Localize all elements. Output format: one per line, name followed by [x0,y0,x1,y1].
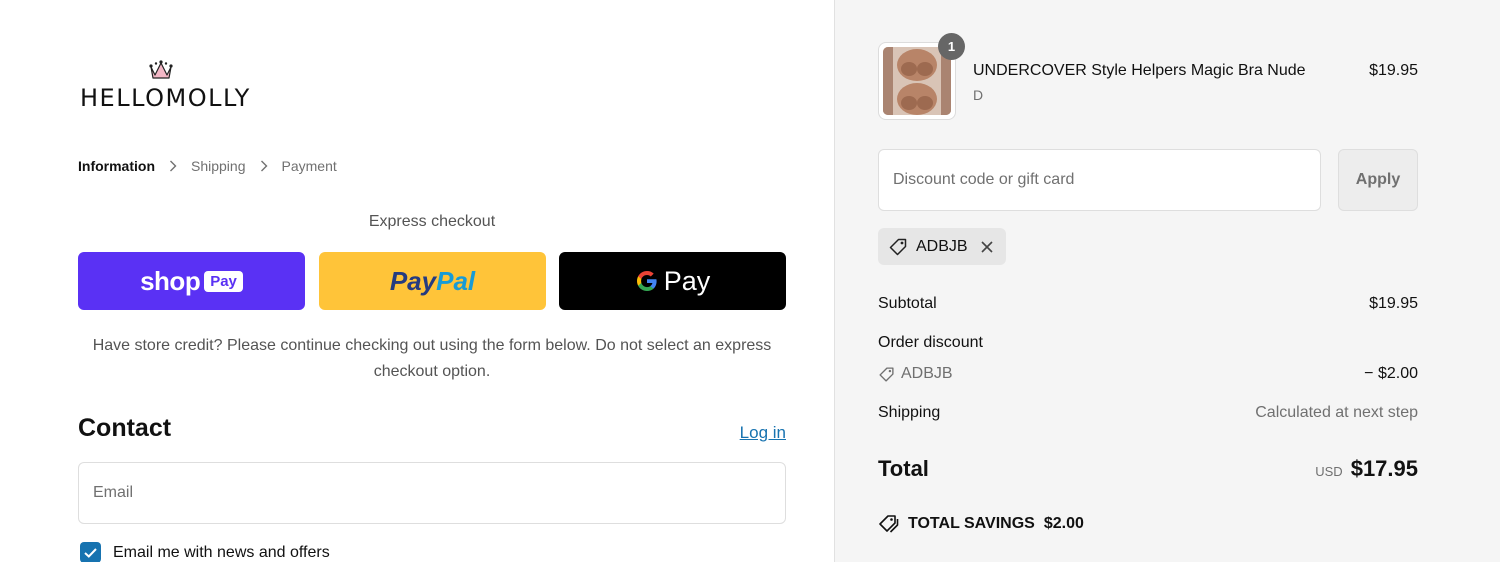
chevron-right-icon [259,160,269,172]
total-savings-value: $2.00 [1043,515,1084,532]
tag-icon [889,238,907,255]
shop-pay-wordmark: shop [140,265,201,296]
breadcrumb-shipping: Shipping [191,158,246,174]
shipping-row: Shipping Calculated at next step [878,404,1418,422]
total-amount: $17.95 [1350,456,1418,481]
tag-icon [879,366,894,382]
paypal-button[interactable]: Pay Pal [319,252,546,310]
paypal-wordmark-pal: Pal [436,265,476,296]
discount-value: − $2.00 [1364,365,1418,382]
product-image [883,47,951,115]
google-pay-label: Pay [663,265,711,296]
discount-code-text: ADBJB [901,365,953,382]
total-savings: TOTAL SAVINGS $2.00 [878,514,1084,534]
close-icon[interactable] [980,240,994,254]
shipping-value: Calculated at next step [1255,404,1418,421]
order-discount-row: Order discount [878,334,1418,352]
total-savings-label: TOTAL SAVINGS [908,515,1035,532]
applied-discount-chip: ADBJB [878,228,1006,265]
google-g-icon [636,271,657,291]
google-pay-button[interactable]: Pay [559,252,786,310]
product-name: UNDERCOVER Style Helpers Magic Bra Nude [973,62,1306,79]
total-row: Total USD $17.95 [878,456,1418,482]
brand-wordmark: HELLOMOLLY [80,84,251,112]
quantity-badge: 1 [938,33,965,60]
discount-code-input[interactable] [878,149,1321,211]
breadcrumb: Information Shipping Payment [78,158,337,174]
newsletter-option[interactable]: Email me with news and offers [80,542,330,562]
crown-icon [149,60,173,79]
chevron-right-icon [168,160,178,172]
product-price: $19.95 [1369,62,1418,79]
newsletter-label: Email me with news and offers [113,543,330,561]
breadcrumb-information: Information [78,158,155,174]
log-in-link[interactable]: Log in [740,423,786,443]
newsletter-checkbox[interactable] [80,542,101,562]
apply-discount-button[interactable]: Apply [1338,149,1418,211]
store-credit-note: Have store credit? Please continue check… [92,337,772,380]
email-field[interactable] [78,462,786,524]
shop-pay-pill: Pay [204,270,243,292]
paypal-wordmark-pay: Pay [389,265,437,296]
check-icon [84,547,97,558]
tags-icon [879,515,899,533]
discount-detail-row: ADBJB − $2.00 [878,365,1418,383]
total-price: USD $17.95 [1315,456,1418,482]
store-logo[interactable]: HELLOMOLLY [80,58,270,112]
subtotal-label: Subtotal [878,295,937,312]
subtotal-value: $19.95 [1369,295,1418,312]
applied-discount-code: ADBJB [916,237,968,255]
product-variant: D [973,87,984,103]
shipping-label: Shipping [878,404,941,421]
breadcrumb-payment: Payment [281,158,337,174]
discount-code-label: ADBJB [878,365,953,383]
total-currency: USD [1315,464,1343,479]
checkout-main: HELLOMOLLY Information Shipping Payment … [0,0,834,562]
shop-pay-button[interactable]: shop Pay [78,252,305,310]
subtotal-row: Subtotal $19.95 [878,295,1418,313]
order-discount-label: Order discount [878,334,983,351]
express-checkout-title: Express checkout [368,213,496,230]
total-label: Total [878,456,929,481]
contact-heading: Contact [78,414,172,442]
